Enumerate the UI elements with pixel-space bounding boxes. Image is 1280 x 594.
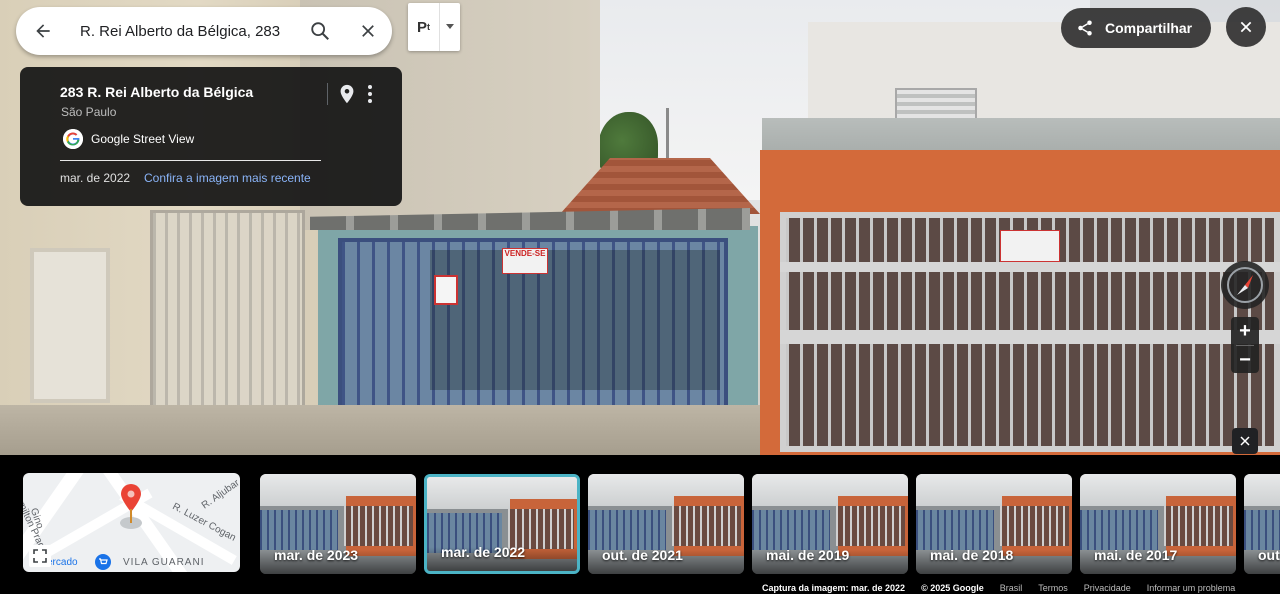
right-gate-bar bbox=[780, 262, 1280, 272]
search-icon bbox=[311, 22, 329, 40]
more-options-button[interactable] bbox=[361, 83, 379, 105]
thumbnail-gate bbox=[752, 510, 830, 550]
close-icon bbox=[1240, 21, 1252, 33]
divider bbox=[60, 160, 321, 161]
fullscreen-icon bbox=[33, 549, 47, 563]
timeline-thumbnail[interactable]: out bbox=[1244, 474, 1280, 574]
thumbnail-date: mai. de 2018 bbox=[930, 547, 1014, 563]
timeline-thumbnail[interactable]: out. de 2021 bbox=[588, 474, 744, 574]
thumbnail-grill bbox=[1164, 506, 1233, 546]
map-label: VILA GUARANI bbox=[123, 557, 205, 568]
shopping-cart-icon bbox=[95, 554, 111, 570]
footer: Captura da imagem: mar. de 2022 © 2025 G… bbox=[762, 582, 1251, 594]
search-input[interactable]: R. Rei Alberto da Bélgica, 283 bbox=[70, 23, 296, 40]
search-button[interactable] bbox=[296, 7, 344, 55]
thumbnail-date: mai. de 2019 bbox=[766, 547, 850, 563]
share-label: Compartilhar bbox=[1105, 20, 1193, 36]
copyright: © 2025 Google bbox=[921, 583, 984, 593]
pegman-icon[interactable]: Pt bbox=[408, 3, 440, 51]
zoom-in-button[interactable]: + bbox=[1231, 317, 1259, 345]
thumbnail-date: mar. de 2023 bbox=[274, 547, 359, 563]
left-door bbox=[30, 248, 110, 403]
thumbnail-grill bbox=[508, 509, 574, 549]
for-sale-sign bbox=[1000, 230, 1060, 262]
compass-icon bbox=[1227, 267, 1263, 303]
thumbnail-gate bbox=[1080, 510, 1158, 550]
location-city: São Paulo bbox=[61, 105, 117, 119]
search-box: R. Rei Alberto da Bélgica, 283 bbox=[16, 7, 392, 55]
arrow-left-icon bbox=[36, 24, 50, 38]
pegman-dropdown[interactable] bbox=[440, 3, 460, 51]
close-icon bbox=[1240, 436, 1250, 446]
thumbnail-gate bbox=[260, 510, 338, 550]
thumbnail-grill bbox=[836, 506, 905, 546]
pegman-control[interactable]: Pt bbox=[408, 3, 460, 51]
privacy-link[interactable]: Privacidade bbox=[1084, 583, 1131, 593]
timeline-thumbnail[interactable]: mar. de 2023 bbox=[260, 474, 416, 574]
thumbnail-date: out bbox=[1258, 547, 1280, 563]
close-icon bbox=[362, 25, 374, 37]
expand-map-button[interactable] bbox=[29, 545, 51, 567]
minimap[interactable]: amilton Prado R. Aljubar R. Luzer Cogan … bbox=[23, 473, 240, 572]
compass-button[interactable] bbox=[1221, 261, 1269, 309]
location-title: 283 R. Rei Alberto da Bélgica bbox=[60, 84, 254, 100]
capture-date: mar. de 2022 bbox=[60, 171, 131, 185]
close-street-view-button[interactable] bbox=[1226, 7, 1266, 47]
country-link[interactable]: Brasil bbox=[1000, 583, 1023, 593]
clear-search-button[interactable] bbox=[344, 7, 392, 55]
sidewalk bbox=[0, 405, 760, 455]
timeline-thumbnail[interactable]: mar. de 2022 bbox=[424, 474, 580, 574]
street-view-app: VENDE-SE R. Rei Alberto da Bélgica, 283 … bbox=[0, 0, 1280, 594]
thumbnail-gate bbox=[1244, 510, 1280, 550]
map-pin-button[interactable] bbox=[336, 83, 358, 105]
timeline-thumbnail[interactable]: mai. de 2017 bbox=[1080, 474, 1236, 574]
report-problem-link[interactable]: Informar um problema bbox=[1147, 583, 1236, 593]
map-label: R. Aljubar bbox=[199, 477, 240, 512]
thumbnail-gate bbox=[916, 510, 994, 550]
thumbnail-date: out. de 2021 bbox=[602, 547, 683, 563]
map-label: ercado bbox=[47, 557, 78, 568]
zoom-control: + − bbox=[1231, 317, 1259, 373]
divider bbox=[327, 83, 328, 105]
timeline-thumbnail[interactable]: mai. de 2018 bbox=[916, 474, 1072, 574]
thumbnail-grill bbox=[344, 506, 413, 546]
for-sale-sign: VENDE-SE bbox=[502, 248, 548, 274]
thumbnail-date: mai. de 2017 bbox=[1094, 547, 1178, 563]
gate-shadow bbox=[430, 250, 720, 390]
capture-info: Captura da imagem: mar. de 2022 bbox=[762, 583, 906, 593]
terms-link[interactable]: Termos bbox=[1038, 583, 1068, 593]
right-gate-bar bbox=[780, 330, 1280, 344]
zoom-out-button[interactable]: − bbox=[1231, 346, 1259, 374]
share-icon bbox=[1065, 8, 1105, 48]
left-gate bbox=[150, 210, 305, 410]
back-button[interactable] bbox=[16, 7, 70, 55]
close-timeline-button[interactable] bbox=[1232, 428, 1258, 454]
thumbnail-grill bbox=[672, 506, 741, 546]
thumbnail-date: mar. de 2022 bbox=[441, 544, 526, 560]
more-vert-icon bbox=[368, 85, 372, 103]
recent-imagery-link[interactable]: Confira a imagem mais recente bbox=[144, 171, 311, 185]
thumbnail-gate bbox=[588, 510, 666, 550]
thumbnail-grill bbox=[1000, 506, 1069, 546]
timeline-thumbnail[interactable]: mai. de 2019 bbox=[752, 474, 908, 574]
caret-down-icon bbox=[446, 24, 454, 29]
right-building-upper bbox=[808, 22, 1280, 122]
source-label: Google Street View bbox=[91, 132, 195, 146]
share-button[interactable]: Compartilhar bbox=[1061, 8, 1211, 48]
location-pin-icon bbox=[120, 484, 142, 529]
map-pin-icon bbox=[340, 84, 354, 104]
google-logo-icon bbox=[63, 129, 83, 149]
no-parking-sign bbox=[434, 275, 458, 305]
location-info-card: 283 R. Rei Alberto da Bélgica São Paulo … bbox=[20, 67, 402, 206]
thumbnail-sky bbox=[1244, 474, 1280, 506]
